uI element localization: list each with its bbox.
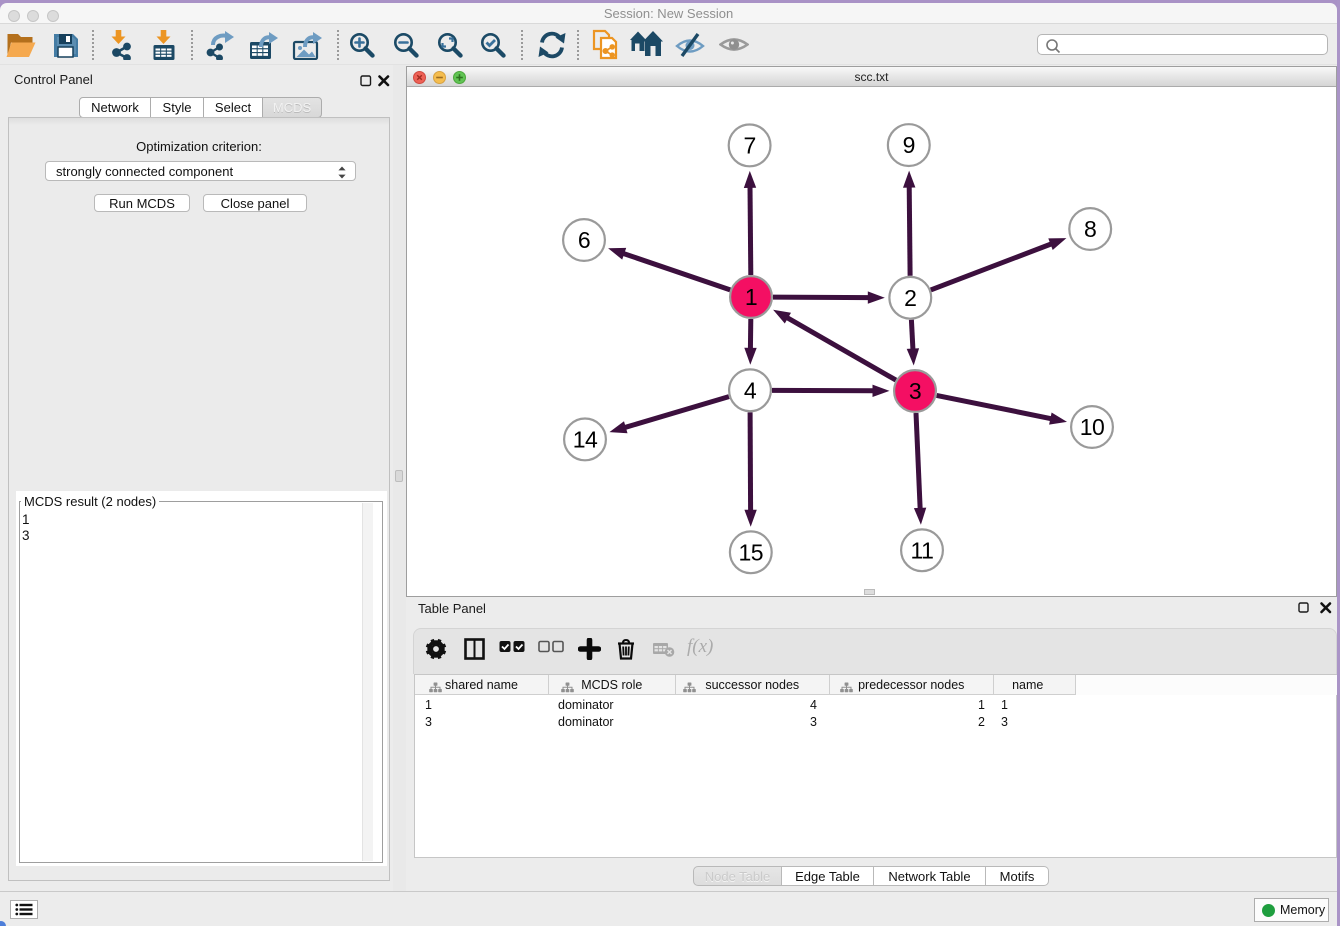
svg-text:14: 14 bbox=[573, 426, 598, 452]
svg-text:1: 1 bbox=[745, 284, 757, 310]
svg-text:3: 3 bbox=[909, 378, 921, 404]
svg-text:6: 6 bbox=[578, 227, 590, 253]
svg-text:7: 7 bbox=[743, 132, 755, 158]
svg-text:9: 9 bbox=[903, 132, 915, 158]
svg-text:11: 11 bbox=[911, 537, 934, 563]
svg-text:15: 15 bbox=[739, 539, 764, 565]
svg-text:8: 8 bbox=[1084, 216, 1096, 242]
svg-text:10: 10 bbox=[1080, 414, 1105, 440]
svg-text:2: 2 bbox=[904, 285, 916, 311]
svg-text:4: 4 bbox=[744, 377, 757, 403]
